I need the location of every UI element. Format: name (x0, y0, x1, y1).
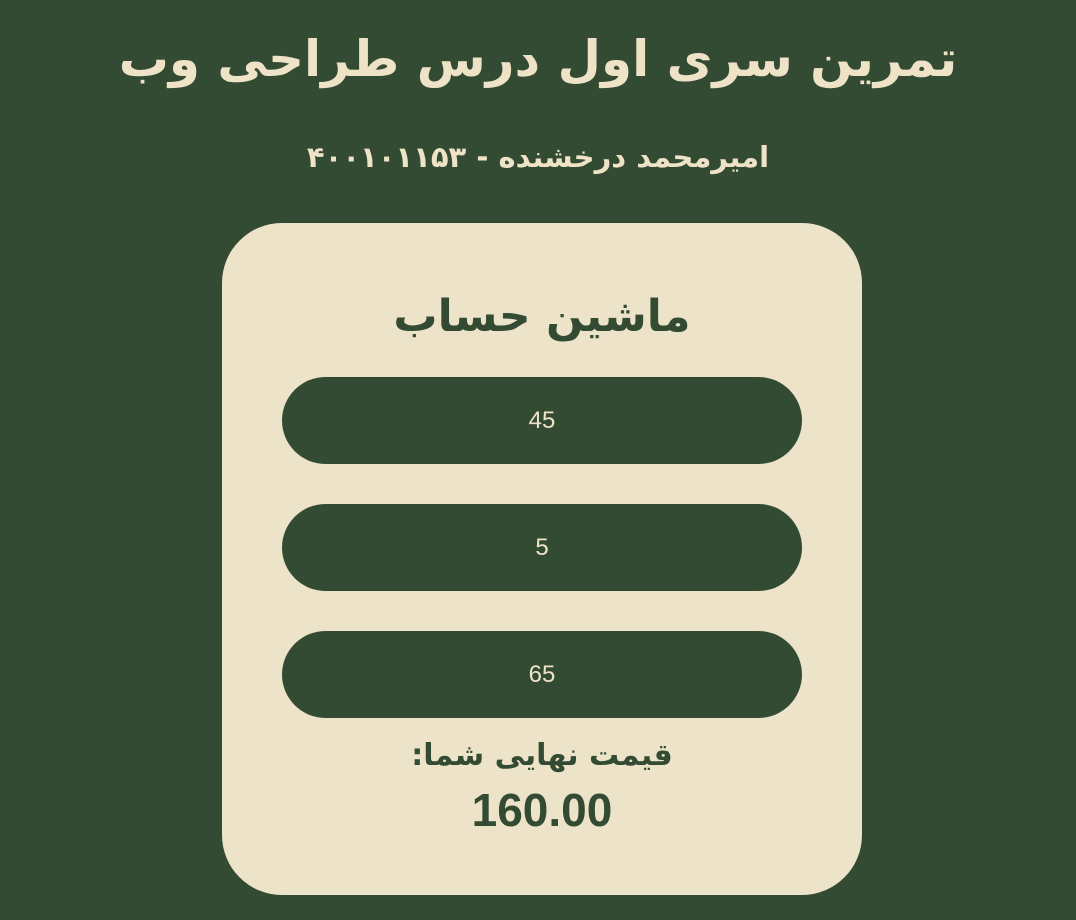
result-label: قیمت نهایی شما: (411, 738, 673, 773)
calculator-title: ماشین حساب (393, 291, 691, 342)
number-input-3[interactable] (282, 631, 802, 718)
number-input-1[interactable] (282, 377, 802, 464)
page-title: تمرین سری اول درس طراحی وب (118, 30, 958, 88)
result-value: 160.00 (471, 784, 613, 836)
student-name-and-id: امیرمحمد درخشنده - ۴۰۰۱۰۱۱۵۳ (306, 140, 770, 174)
number-input-2[interactable] (282, 504, 802, 591)
